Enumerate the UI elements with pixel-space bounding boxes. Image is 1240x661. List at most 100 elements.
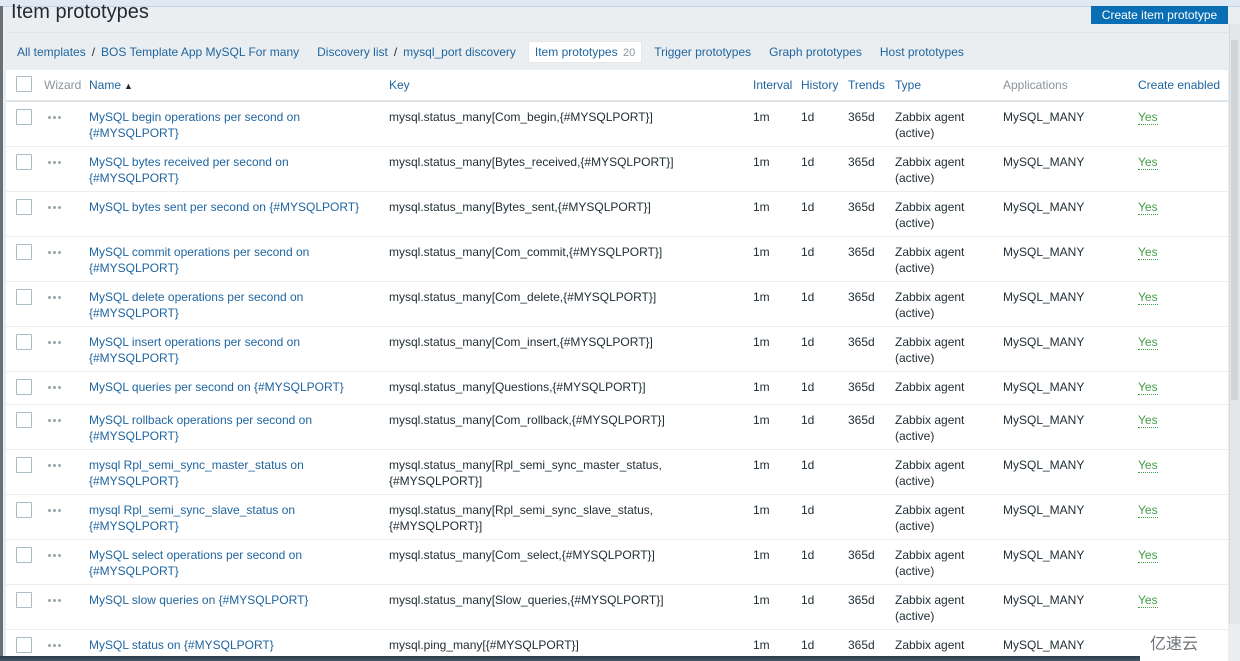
item-type: Zabbix agent (active) (891, 146, 999, 192)
column-header-interval[interactable]: Interval (749, 70, 797, 102)
wizard-menu-icon[interactable] (44, 335, 63, 349)
table-row: MySQL delete operations per second on {#… (6, 281, 1228, 327)
item-prototype-name-link[interactable]: MySQL slow queries on {#MYSQLPORT} (89, 593, 308, 607)
table-row: MySQL commit operations per second on {#… (6, 236, 1228, 282)
create-item-prototype-button[interactable]: Create item prototype (1091, 6, 1228, 24)
row-checkbox[interactable] (16, 502, 32, 518)
column-header-create-enabled[interactable]: Create enabled (1134, 70, 1228, 102)
wizard-menu-icon[interactable] (44, 200, 63, 214)
create-enabled-toggle[interactable]: Yes (1138, 110, 1158, 125)
column-header-type[interactable]: Type (891, 70, 999, 102)
item-history: 1d (797, 494, 844, 540)
item-trends (844, 494, 891, 540)
row-checkbox[interactable] (16, 412, 32, 428)
row-checkbox[interactable] (16, 154, 32, 170)
item-interval: 1m (749, 371, 797, 405)
item-prototype-name-link[interactable]: MySQL begin operations per second on {#M… (89, 110, 300, 140)
row-checkbox[interactable] (16, 547, 32, 563)
item-history: 1d (797, 449, 844, 495)
breadcrumb-discovery-rule[interactable]: mysql_port discovery (403, 45, 516, 59)
item-prototype-name-link[interactable]: MySQL bytes sent per second on {#MYSQLPO… (89, 200, 359, 214)
item-history: 1d (797, 584, 844, 630)
select-all-checkbox[interactable] (16, 76, 32, 92)
wizard-menu-icon[interactable] (44, 548, 63, 562)
wizard-menu-icon[interactable] (44, 413, 63, 427)
create-enabled-toggle[interactable]: Yes (1138, 335, 1158, 350)
column-header-name-label[interactable]: Name (89, 78, 121, 92)
wizard-menu-icon[interactable] (44, 458, 63, 472)
item-prototype-name-link[interactable]: MySQL select operations per second on {#… (89, 548, 302, 578)
item-interval: 1m (749, 101, 797, 147)
table-row: MySQL bytes sent per second on {#MYSQLPO… (6, 191, 1228, 237)
column-header-key[interactable]: Key (385, 70, 749, 102)
wizard-menu-icon[interactable] (44, 380, 63, 394)
item-key: mysql.status_many[Com_rollback,{#MYSQLPO… (385, 404, 749, 450)
create-enabled-toggle[interactable]: Yes (1138, 458, 1158, 473)
breadcrumb-all-templates[interactable]: All templates (17, 45, 86, 59)
column-header-name[interactable]: Name ▲ (85, 70, 385, 102)
create-enabled-toggle[interactable]: Yes (1138, 548, 1158, 563)
item-trends: 365d (844, 404, 891, 450)
item-interval: 1m (749, 281, 797, 327)
item-history: 1d (797, 236, 844, 282)
row-checkbox[interactable] (16, 244, 32, 260)
item-prototype-name-link[interactable]: MySQL queries per second on {#MYSQLPORT} (89, 380, 344, 394)
item-interval: 1m (749, 326, 797, 372)
row-checkbox[interactable] (16, 457, 32, 473)
wizard-menu-icon[interactable] (44, 593, 63, 607)
wizard-menu-icon[interactable] (44, 290, 63, 304)
row-checkbox[interactable] (16, 637, 32, 653)
tab-item-prototypes[interactable]: Item prototypes 20 (527, 41, 643, 63)
item-prototype-name-link[interactable]: MySQL rollback operations per second on … (89, 413, 312, 443)
item-prototype-name-link[interactable]: mysql Rpl_semi_sync_slave_status on {#MY… (89, 503, 295, 533)
column-header-trends[interactable]: Trends (844, 70, 891, 102)
window-left-edge (0, 6, 3, 661)
create-enabled-toggle[interactable]: Yes (1138, 290, 1158, 305)
wizard-menu-icon[interactable] (44, 503, 63, 517)
table-row: MySQL select operations per second on {#… (6, 539, 1228, 585)
item-prototype-name-link[interactable]: MySQL delete operations per second on {#… (89, 290, 303, 320)
item-applications: MySQL_MANY (999, 236, 1134, 282)
item-applications: MySQL_MANY (999, 326, 1134, 372)
tab-host-prototypes[interactable]: Host prototypes (874, 45, 970, 59)
item-history: 1d (797, 404, 844, 450)
create-enabled-toggle[interactable]: Yes (1138, 503, 1158, 518)
scrollbar-thumb[interactable] (1231, 40, 1238, 400)
item-trends: 365d (844, 539, 891, 585)
item-prototype-name-link[interactable]: MySQL insert operations per second on {#… (89, 335, 300, 365)
item-interval: 1m (749, 539, 797, 585)
item-prototype-name-link[interactable]: MySQL commit operations per second on {#… (89, 245, 309, 275)
row-checkbox[interactable] (16, 199, 32, 215)
create-enabled-toggle[interactable]: Yes (1138, 155, 1158, 170)
wizard-menu-icon[interactable] (44, 638, 63, 652)
row-checkbox[interactable] (16, 109, 32, 125)
item-prototype-name-link[interactable]: MySQL bytes received per second on {#MYS… (89, 155, 289, 185)
item-interval: 1m (749, 494, 797, 540)
row-checkbox[interactable] (16, 289, 32, 305)
item-prototype-name-link[interactable]: MySQL status on {#MYSQLPORT} (89, 638, 274, 652)
breadcrumb-template[interactable]: BOS Template App MySQL For many (101, 45, 299, 59)
create-enabled-toggle[interactable]: Yes (1138, 593, 1158, 608)
item-interval: 1m (749, 584, 797, 630)
create-enabled-toggle[interactable]: Yes (1138, 413, 1158, 428)
breadcrumb-discovery-list[interactable]: Discovery list (317, 45, 388, 59)
create-enabled-toggle[interactable]: Yes (1138, 200, 1158, 215)
item-trends: 365d (844, 191, 891, 237)
table-row: mysql Rpl_semi_sync_slave_status on {#MY… (6, 494, 1228, 540)
create-enabled-toggle[interactable]: Yes (1138, 380, 1158, 395)
create-enabled-toggle[interactable]: Yes (1138, 245, 1158, 260)
tab-trigger-prototypes[interactable]: Trigger prototypes (648, 45, 757, 59)
table-row: MySQL insert operations per second on {#… (6, 326, 1228, 372)
table-row: MySQL begin operations per second on {#M… (6, 101, 1228, 147)
column-header-history[interactable]: History (797, 70, 844, 102)
row-checkbox[interactable] (16, 379, 32, 395)
wizard-menu-icon[interactable] (44, 155, 63, 169)
wizard-menu-icon[interactable] (44, 245, 63, 259)
row-checkbox[interactable] (16, 334, 32, 350)
wizard-menu-icon[interactable] (44, 110, 63, 124)
row-checkbox[interactable] (16, 592, 32, 608)
item-prototypes-table: Wizard Name ▲ Key Interval History Trends… (6, 70, 1228, 661)
item-key: mysql.status_many[Questions,{#MYSQLPORT}… (385, 371, 749, 405)
item-prototype-name-link[interactable]: mysql Rpl_semi_sync_master_status on {#M… (89, 458, 304, 488)
tab-graph-prototypes[interactable]: Graph prototypes (763, 45, 868, 59)
